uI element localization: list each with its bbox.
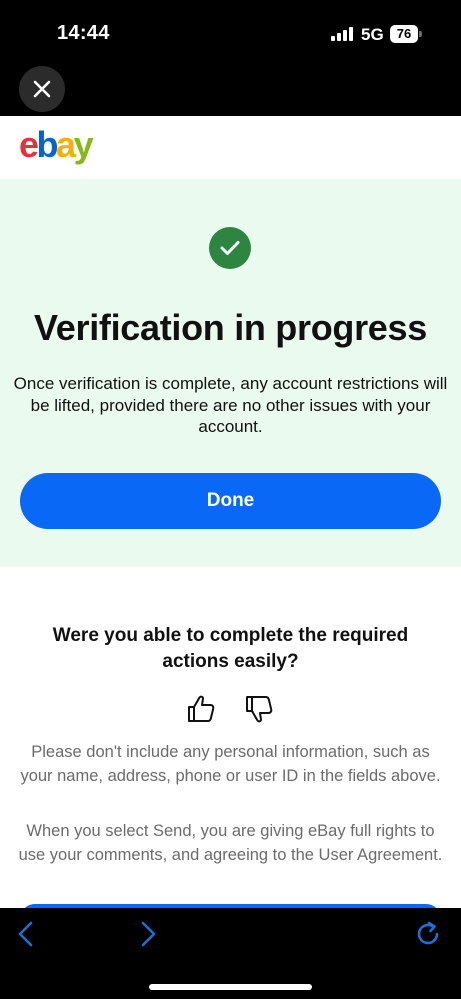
page-content: ebay Verification in progress Once verif… (0, 116, 461, 908)
home-indicator[interactable] (149, 984, 312, 990)
ebay-logo[interactable]: ebay (19, 124, 94, 166)
status-bar: 14:44 5G 76 (0, 0, 461, 66)
chevron-left-icon[interactable] (14, 920, 38, 948)
close-button[interactable] (19, 66, 65, 112)
reload-icon[interactable] (414, 920, 442, 948)
battery-icon: 76 (390, 25, 418, 43)
page-title: Verification in progress (34, 307, 427, 348)
thumbs-up-icon[interactable] (185, 693, 217, 725)
browser-toolbar (0, 908, 461, 999)
header: ebay (0, 116, 461, 179)
checkmark-icon (209, 227, 251, 269)
done-button[interactable]: Done (20, 473, 441, 529)
rights-note: When you select Send, you are giving eBa… (18, 822, 443, 864)
status-time: 14:44 (57, 22, 110, 44)
network-type: 5G (361, 25, 384, 44)
thumbs-down-icon[interactable] (243, 693, 275, 725)
battery-nub (419, 31, 422, 37)
privacy-note: Please don't include any personal inform… (20, 743, 441, 785)
feedback-question: Were you able to complete the required a… (52, 625, 409, 672)
feedback-rating (185, 693, 275, 725)
battery-level: 76 (396, 26, 412, 41)
close-icon (33, 80, 51, 98)
verification-message: Once verification is complete, any accou… (13, 374, 448, 436)
signal-strength-icon (331, 27, 355, 41)
webview-top-bar (0, 66, 461, 116)
chevron-right-icon[interactable] (136, 920, 160, 948)
verification-banner: Verification in progress Once verificati… (0, 179, 461, 567)
